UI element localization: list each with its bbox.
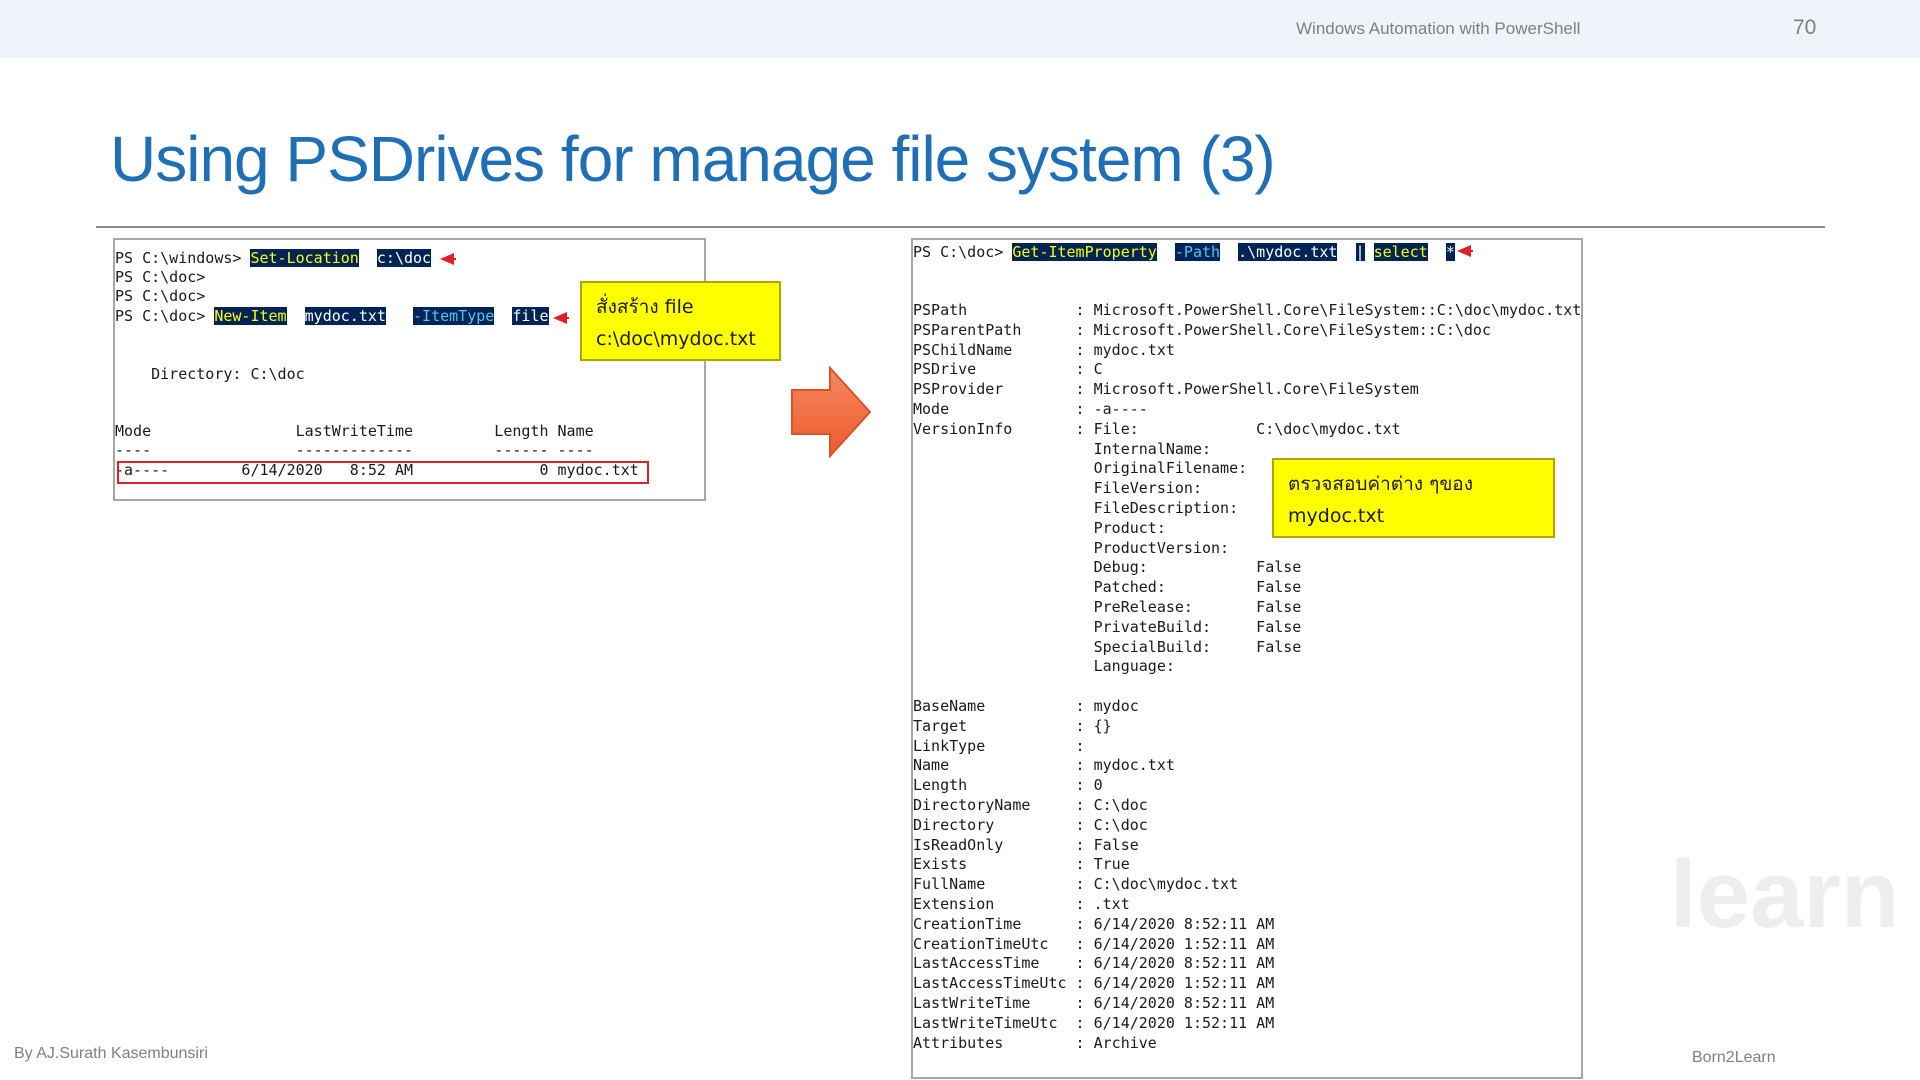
- red-pointer-icon: [1457, 245, 1473, 257]
- property-row: LinkType :: [913, 736, 1094, 755]
- cmd-token: Set-Location: [250, 249, 359, 267]
- left-console-screenshot: PS C:\windows> Set-Location c:\doc PS C:…: [113, 238, 706, 501]
- watermark-logo: learn: [1670, 841, 1900, 948]
- property-row: PSChildName : mydoc.txt: [913, 340, 1175, 359]
- console-line: PS C:\doc>: [115, 287, 206, 305]
- console-line: PS C:\doc>: [115, 268, 206, 286]
- property-row: FileVersion:: [913, 479, 1202, 498]
- property-row: PSProvider : Microsoft.PowerShell.Core\F…: [913, 380, 1419, 399]
- cmd-token: Get-ItemProperty: [1012, 243, 1157, 261]
- property-row: Language:: [913, 657, 1175, 676]
- console-line: PS C:\windows> Set-Location c:\doc: [115, 249, 432, 267]
- property-row: FileDescription:: [913, 499, 1239, 517]
- property-row: Target : {}: [913, 716, 1112, 735]
- console-line: ---- ------------- ------ ----: [115, 441, 594, 459]
- property-row: DirectoryName : C:\doc: [913, 796, 1148, 814]
- console-line: PS C:\doc> New-Item mydoc.txt -ItemType …: [115, 307, 549, 325]
- console-line: Mode LastWriteTime Length Name: [115, 422, 594, 440]
- property-row: FullName : C:\doc\mydoc.txt: [913, 875, 1239, 894]
- callout-line: c:\doc\mydoc.txt: [596, 328, 756, 350]
- property-row: PSDrive : C: [913, 360, 1103, 379]
- slide-title: Using PSDrives for manage file system (3…: [110, 123, 1276, 195]
- right-console-screenshot: PS C:\doc> Get-ItemProperty -Path .\mydo…: [911, 238, 1583, 1079]
- title-divider: [96, 226, 1825, 228]
- property-row: LastAccessTimeUtc : 6/14/2020 1:52:11 AM: [913, 974, 1275, 993]
- property-row: Exists : True: [913, 855, 1130, 874]
- callout-line: ตรวจสอบค่าต่าง ๆของ: [1288, 473, 1473, 495]
- property-row: VersionInfo : File: C:\doc\mydoc.txt: [913, 419, 1401, 438]
- property-row: OriginalFilename:: [913, 459, 1248, 478]
- cmd-token: file: [512, 307, 549, 325]
- page-number: 70: [1793, 16, 1817, 39]
- highlight-box: [117, 461, 649, 484]
- author-credit: By AJ.Surath Kasembunsiri: [14, 1045, 208, 1062]
- property-row: CreationTimeUtc : 6/14/2020 1:52:11 AM: [913, 934, 1275, 953]
- cmd-token: New-Item: [214, 307, 287, 325]
- callout-line: สั่งสร้าง file: [596, 296, 694, 318]
- property-row: Extension : .txt: [913, 895, 1130, 913]
- property-row: PSPath : Microsoft.PowerShell.Core\FileS…: [913, 301, 1582, 319]
- property-row: LastWriteTime : 6/14/2020 8:52:11 AM: [913, 994, 1275, 1012]
- property-row: Product:: [913, 518, 1166, 537]
- property-row: IsReadOnly : False: [913, 835, 1139, 854]
- red-pointer-icon: [440, 253, 456, 265]
- property-row: Length : 0: [913, 776, 1103, 795]
- red-pointer-icon: [553, 312, 569, 324]
- cmd-token: .\mydoc.txt: [1238, 243, 1338, 261]
- property-row: Attributes : Archive: [913, 1033, 1157, 1052]
- cmd-token: c:\doc: [376, 249, 432, 267]
- property-row: LastWriteTimeUtc : 6/14/2020 1:52:11 AM: [913, 1013, 1275, 1032]
- property-row: PrivateBuild: False: [913, 617, 1302, 636]
- cmd-token: mydoc.txt: [304, 307, 386, 325]
- header-band: [0, 0, 1920, 58]
- left-callout: สั่งสร้าง file c:\doc\mydoc.txt: [580, 281, 781, 361]
- cmd-token: *: [1445, 243, 1455, 261]
- right-arrow-icon: [791, 366, 872, 458]
- console-line: PS C:\doc> Get-ItemProperty -Path .\mydo…: [913, 243, 1455, 261]
- property-row: BaseName : mydoc: [913, 697, 1139, 715]
- property-row: CreationTime : 6/14/2020 8:52:11 AM: [913, 914, 1275, 933]
- cmd-token: |: [1355, 243, 1365, 261]
- property-row: Name : mydoc.txt: [913, 756, 1175, 775]
- course-title: Windows Automation with PowerShell: [1296, 19, 1581, 38]
- property-row: Mode : -a----: [913, 400, 1148, 418]
- property-row: Debug: False: [913, 558, 1302, 577]
- cmd-token: -ItemType: [413, 307, 495, 325]
- cmd-token: -Path: [1174, 243, 1221, 261]
- callout-line: mydoc.txt: [1288, 505, 1385, 527]
- property-row: Patched: False: [913, 578, 1302, 597]
- property-row: ProductVersion:: [913, 538, 1230, 557]
- property-row: InternalName:: [913, 439, 1212, 458]
- property-row: Directory : C:\doc: [913, 815, 1148, 834]
- cmd-token: select: [1373, 243, 1428, 261]
- property-row: LastAccessTime : 6/14/2020 8:52:11 AM: [913, 954, 1275, 973]
- property-row: PreRelease: False: [913, 598, 1302, 616]
- console-line: Directory: C:\doc: [115, 365, 305, 383]
- right-callout: ตรวจสอบค่าต่าง ๆของ mydoc.txt: [1272, 458, 1555, 538]
- property-row: SpecialBuild: False: [913, 637, 1302, 656]
- brand-name: Born2Learn: [1692, 1049, 1776, 1066]
- property-row: PSParentPath : Microsoft.PowerShell.Core…: [913, 320, 1491, 339]
